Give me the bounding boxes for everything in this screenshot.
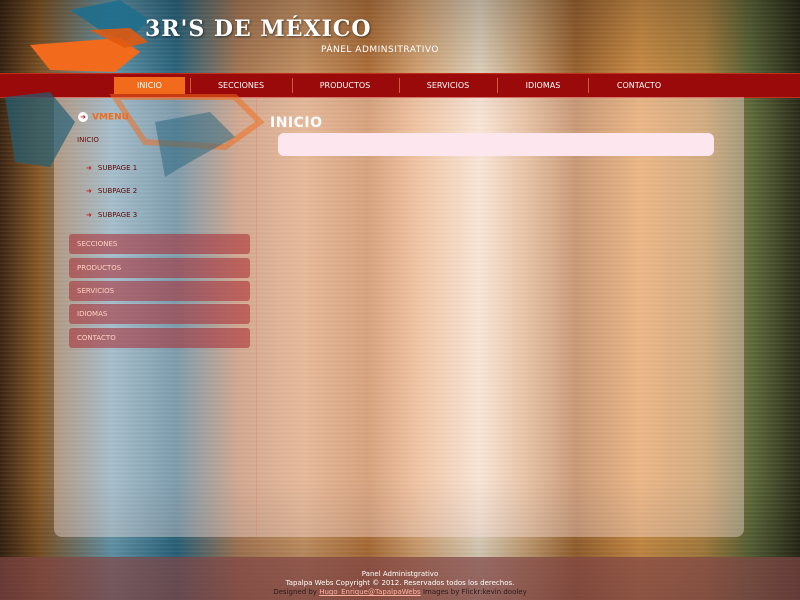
nav-separator bbox=[497, 78, 498, 93]
subpage-label: SUBPAGE 2 bbox=[97, 187, 138, 195]
sidebar-subpage-1[interactable]: ➜ SUBPAGE 1 bbox=[86, 164, 137, 172]
footer-designed-by: Designed by bbox=[273, 588, 317, 596]
sidebar-button-secciones[interactable]: SECCIONES bbox=[69, 234, 250, 254]
content-box bbox=[278, 133, 714, 156]
bullet-arrow-icon: ➜ bbox=[86, 211, 92, 219]
nav-separator bbox=[292, 78, 293, 93]
nav-servicios[interactable]: SERVICIOS bbox=[403, 77, 493, 94]
sidebar-button-servicios[interactable]: SERVICIOS bbox=[69, 281, 250, 301]
sidebar-subpage-2[interactable]: ➜ SUBPAGE 2 bbox=[86, 187, 137, 195]
nav-contacto[interactable]: CONTACTO bbox=[592, 77, 686, 94]
bullet-arrow-icon: ➜ bbox=[86, 187, 92, 195]
page-title: INICIO bbox=[270, 115, 323, 131]
site-title: 3R'S DE MÉXICO bbox=[145, 16, 372, 42]
bullet-arrow-icon: ➜ bbox=[86, 164, 92, 172]
sidebar-subpage-3[interactable]: ➜ SUBPAGE 3 bbox=[86, 211, 137, 219]
nav-productos[interactable]: PRODUCTOS bbox=[296, 77, 394, 94]
vmenu-title-label: VMENU bbox=[92, 112, 129, 123]
arrow-right-icon: ➜ bbox=[78, 112, 88, 122]
sidebar-button-contacto[interactable]: CONTACTO bbox=[69, 328, 250, 348]
sidebar-button-idiomas[interactable]: IDIOMAS bbox=[69, 304, 250, 324]
nav-idiomas[interactable]: IDIOMAS bbox=[501, 77, 585, 94]
nav-separator bbox=[399, 78, 400, 93]
site-subtitle: PÁNEL ADMINSITRATIVO bbox=[321, 45, 439, 55]
header: 3R'S DE MÉXICO PÁNEL ADMINSITRATIVO bbox=[0, 0, 800, 72]
footer-designer-link[interactable]: Hugo_Enrique@TapalpaWebs bbox=[319, 588, 421, 596]
vmenu-title: ➜ VMENU bbox=[78, 112, 129, 123]
sidebar-item-inicio[interactable]: INICIO bbox=[77, 136, 99, 144]
footer-credits: Designed by Hugo_Enrique@TapalpaWebs Ima… bbox=[0, 588, 800, 597]
footer-images-by: Images by Flickr:kevin dooley bbox=[422, 588, 527, 596]
footer-copyright: Tapalpa Webs Copyright © 2012. Reservado… bbox=[285, 579, 515, 587]
subpage-label: SUBPAGE 1 bbox=[97, 164, 138, 172]
nav-separator bbox=[190, 78, 191, 93]
footer-panel-name: Panel Administgrativo bbox=[361, 570, 439, 578]
subpage-label: SUBPAGE 3 bbox=[97, 211, 138, 219]
sidebar-button-productos[interactable]: PRODUCTOS bbox=[69, 258, 250, 278]
footer: Panel Administgrativo Tapalpa Webs Copyr… bbox=[0, 557, 800, 600]
nav-separator bbox=[588, 78, 589, 93]
